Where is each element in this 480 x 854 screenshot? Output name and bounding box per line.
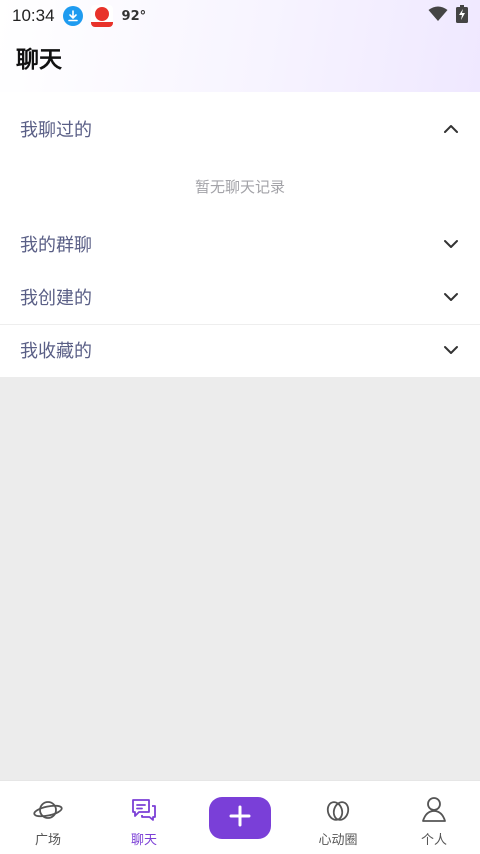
section-chatted-label: 我聊过的 <box>20 120 92 141</box>
section-groups[interactable]: 我的群聊 <box>0 219 480 269</box>
section-favorites[interactable]: 我收藏的 <box>0 325 480 375</box>
status-temperature: 92° <box>121 8 147 24</box>
section-groups-label: 我的群聊 <box>20 235 92 256</box>
section-favorites-label: 我收藏的 <box>20 341 92 362</box>
download-icon <box>62 6 83 26</box>
section-created-label: 我创建的 <box>20 288 92 309</box>
status-bar: 10:34 92° <box>0 0 480 32</box>
chat-icon <box>129 795 159 825</box>
app-notification-icon <box>90 5 113 27</box>
nav-item-heart-circle[interactable]: 心动圈 <box>290 781 386 854</box>
section-chatted[interactable]: 我聊过的 <box>0 104 480 154</box>
top-header-area: 10:34 92° 聊天 <box>0 0 480 92</box>
status-right-icons <box>428 5 468 27</box>
section-created[interactable]: 我创建的 <box>0 272 480 322</box>
chat-sections-list: 我聊过的 暂无聊天记录 我的群聊 我创建的 我收藏的 <box>0 92 480 377</box>
nav-label-profile: 个人 <box>420 833 447 848</box>
chevron-down-icon[interactable] <box>442 288 460 306</box>
nav-item-plaza[interactable]: 广场 <box>0 781 96 854</box>
heart-circles-icon <box>323 795 353 825</box>
chevron-down-icon[interactable] <box>442 341 460 359</box>
page-title: 聊天 <box>16 47 62 73</box>
bottom-nav: 广场 聊天 心动圈 个人 <box>0 780 480 854</box>
add-button[interactable] <box>209 797 271 839</box>
nav-item-profile[interactable]: 个人 <box>386 781 480 854</box>
planet-icon <box>33 795 63 825</box>
nav-label-plaza: 广场 <box>34 833 61 848</box>
nav-label-chat: 聊天 <box>130 833 157 848</box>
nav-item-chat[interactable]: 聊天 <box>96 781 192 854</box>
empty-chat-text: 暂无聊天记录 <box>194 178 285 196</box>
chevron-down-icon[interactable] <box>442 235 460 253</box>
plus-icon <box>229 805 251 831</box>
person-icon <box>419 795 449 825</box>
status-notifications <box>62 5 113 27</box>
battery-charging-icon <box>456 5 468 27</box>
nav-label-heart-circle: 心动圈 <box>318 833 358 848</box>
wifi-icon <box>428 6 448 26</box>
status-time: 10:34 <box>12 6 55 25</box>
chevron-up-icon[interactable] <box>442 120 460 138</box>
